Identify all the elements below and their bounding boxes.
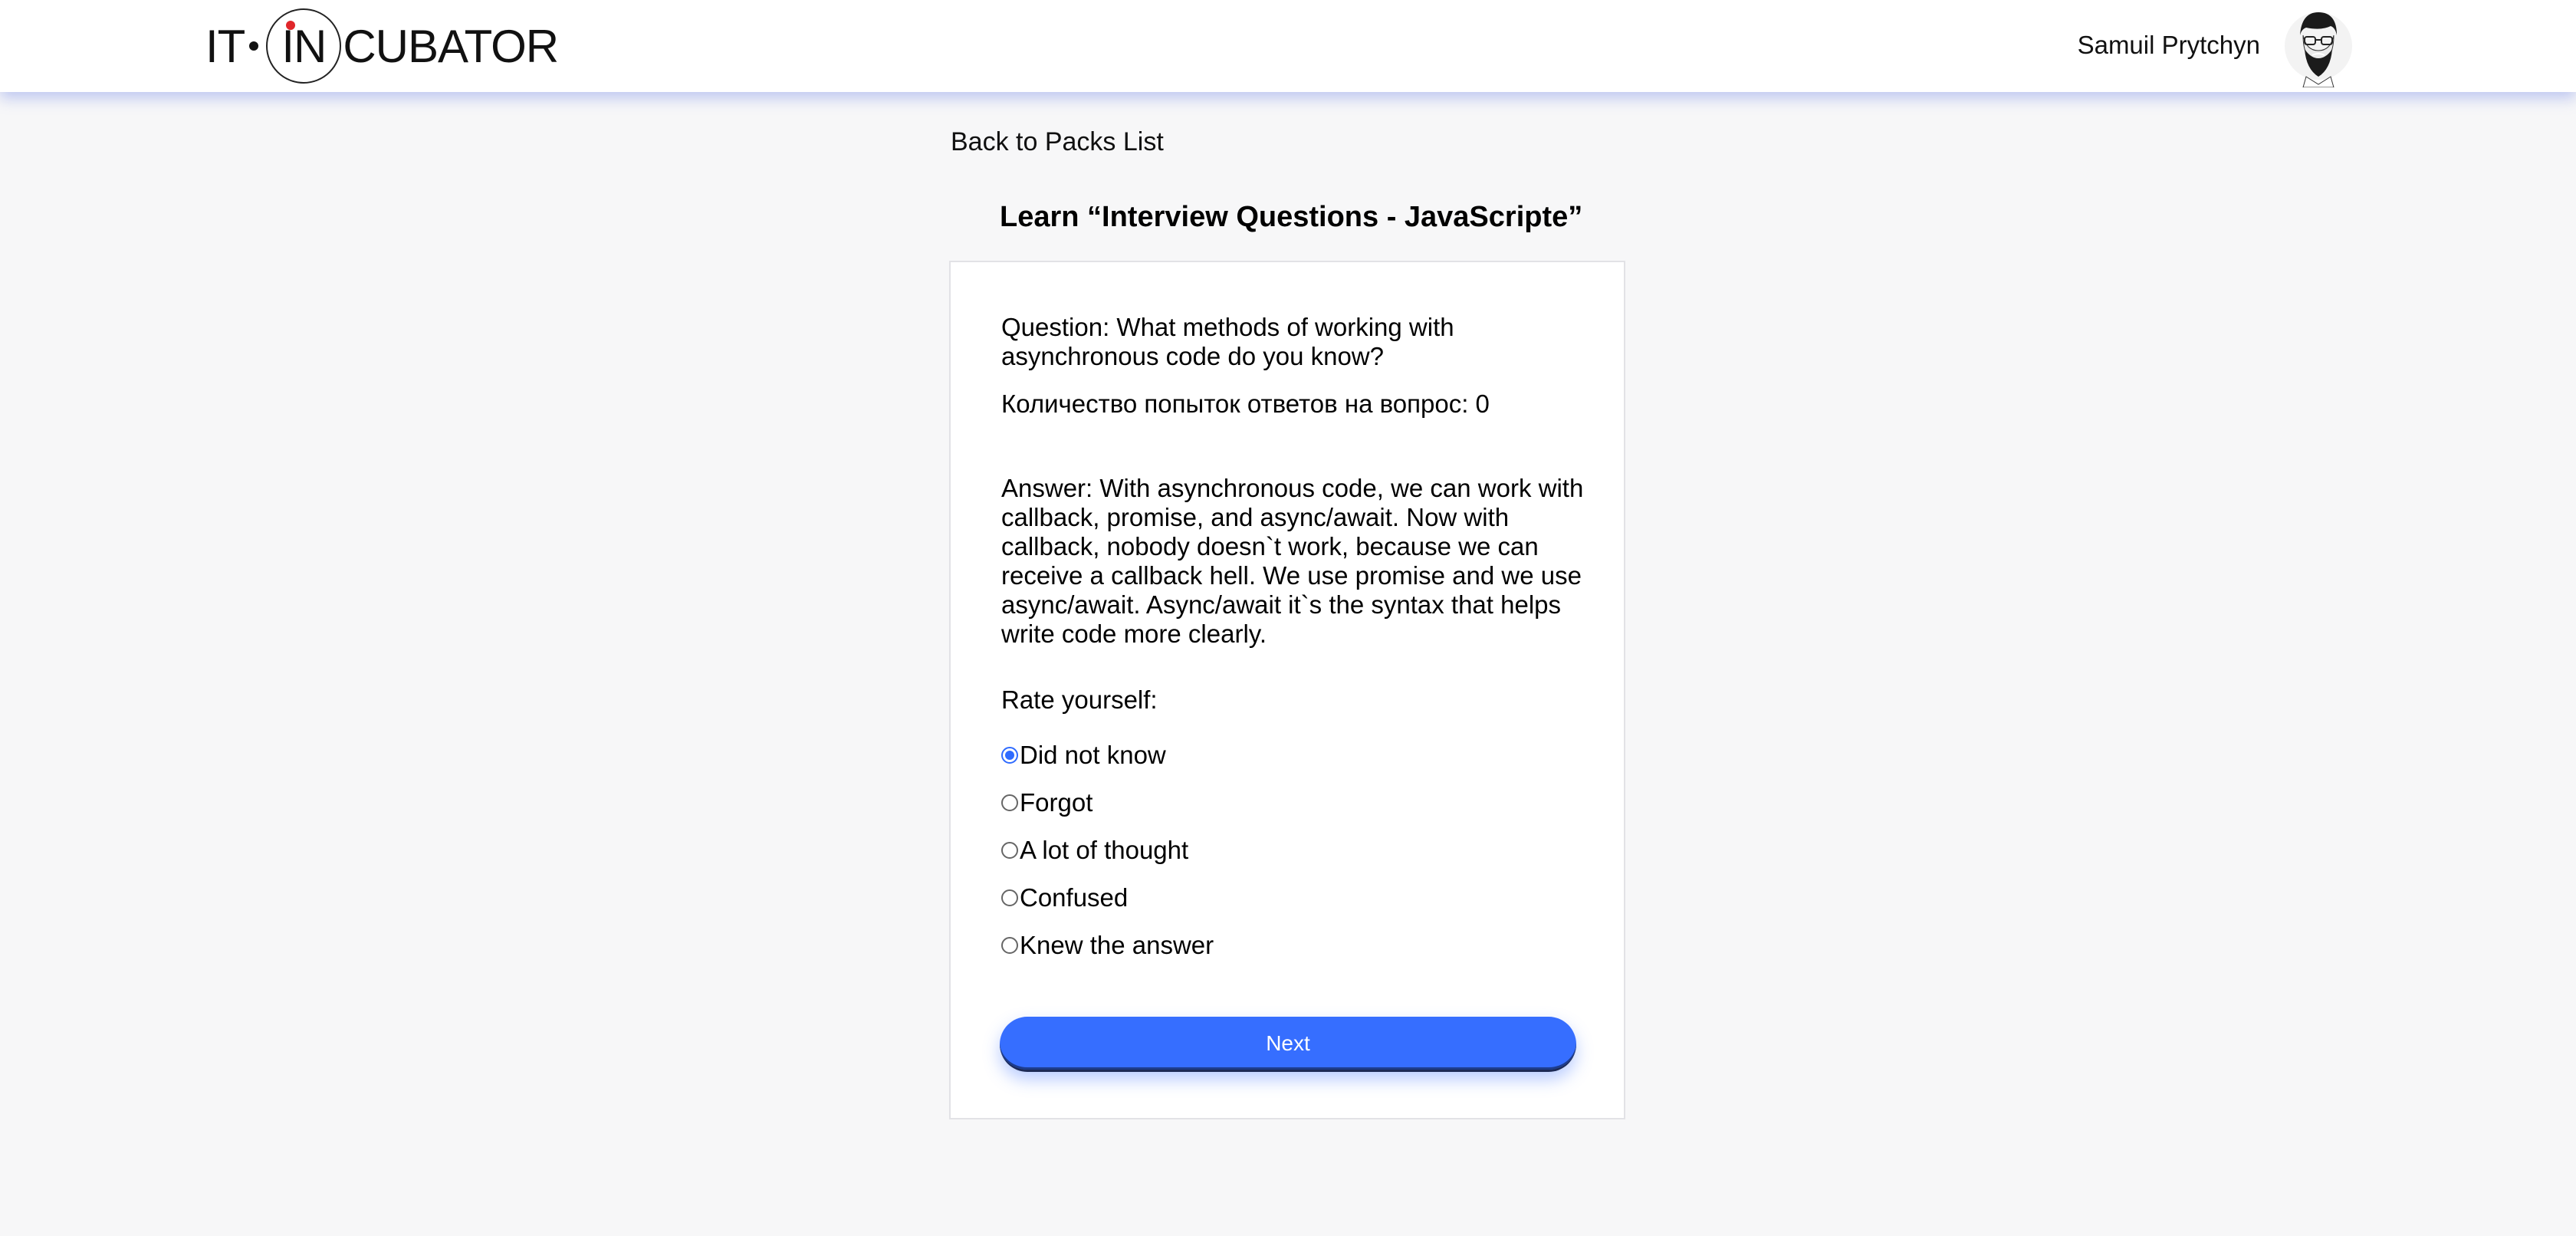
logo-dot-icon bbox=[249, 41, 259, 51]
rating-option-label: Did not know bbox=[1020, 741, 1166, 769]
rate-yourself-label: Rate yourself: bbox=[1001, 685, 1158, 714]
rating-options: Did not know Forgot A lot of thought Con… bbox=[1001, 731, 1214, 969]
logo-circle-icon: IN bbox=[266, 8, 342, 84]
user-name[interactable]: Samuil Prytchyn bbox=[2078, 31, 2260, 60]
answer-text: Answer: With asynchronous code, we can w… bbox=[1001, 474, 1584, 648]
question-text: Question: What methods of working with a… bbox=[1001, 313, 1454, 370]
rating-option-label: A lot of thought bbox=[1020, 836, 1189, 864]
logo-text-left: IT bbox=[205, 20, 245, 72]
attempts-count: Количество попыток ответов на вопрос: 0 bbox=[1001, 390, 1490, 418]
rating-option-label: Forgot bbox=[1020, 788, 1093, 817]
bearded-man-avatar-icon[interactable] bbox=[2283, 5, 2354, 87]
rating-option-label: Confused bbox=[1020, 883, 1129, 912]
back-to-packs-link[interactable]: Back to Packs List bbox=[951, 127, 1164, 157]
next-button[interactable]: Next bbox=[1000, 1017, 1576, 1072]
rating-option-a-lot-of-thought[interactable]: A lot of thought bbox=[1001, 827, 1214, 874]
rating-option-forgot[interactable]: Forgot bbox=[1001, 779, 1214, 827]
page-title: Learn “Interview Questions - JavaScripte… bbox=[1000, 201, 1583, 233]
radio-a-lot-of-thought[interactable] bbox=[1001, 842, 1018, 859]
rating-option-knew-the-answer[interactable]: Knew the answer bbox=[1001, 922, 1214, 969]
radio-knew-the-answer[interactable] bbox=[1001, 937, 1018, 954]
logo[interactable]: IT IN CUBATOR bbox=[205, 8, 559, 84]
question-card: Question: What methods of working with a… bbox=[949, 261, 1625, 1119]
logo-text-right: CUBATOR bbox=[343, 20, 559, 72]
rating-option-label: Knew the answer bbox=[1020, 931, 1214, 959]
rating-option-did-not-know[interactable]: Did not know bbox=[1001, 731, 1214, 779]
radio-did-not-know[interactable] bbox=[1001, 747, 1018, 764]
app-header: IT IN CUBATOR Samuil Prytchyn bbox=[0, 0, 2576, 92]
radio-confused[interactable] bbox=[1001, 889, 1018, 906]
rating-option-confused[interactable]: Confused bbox=[1001, 874, 1214, 922]
radio-forgot[interactable] bbox=[1001, 794, 1018, 811]
